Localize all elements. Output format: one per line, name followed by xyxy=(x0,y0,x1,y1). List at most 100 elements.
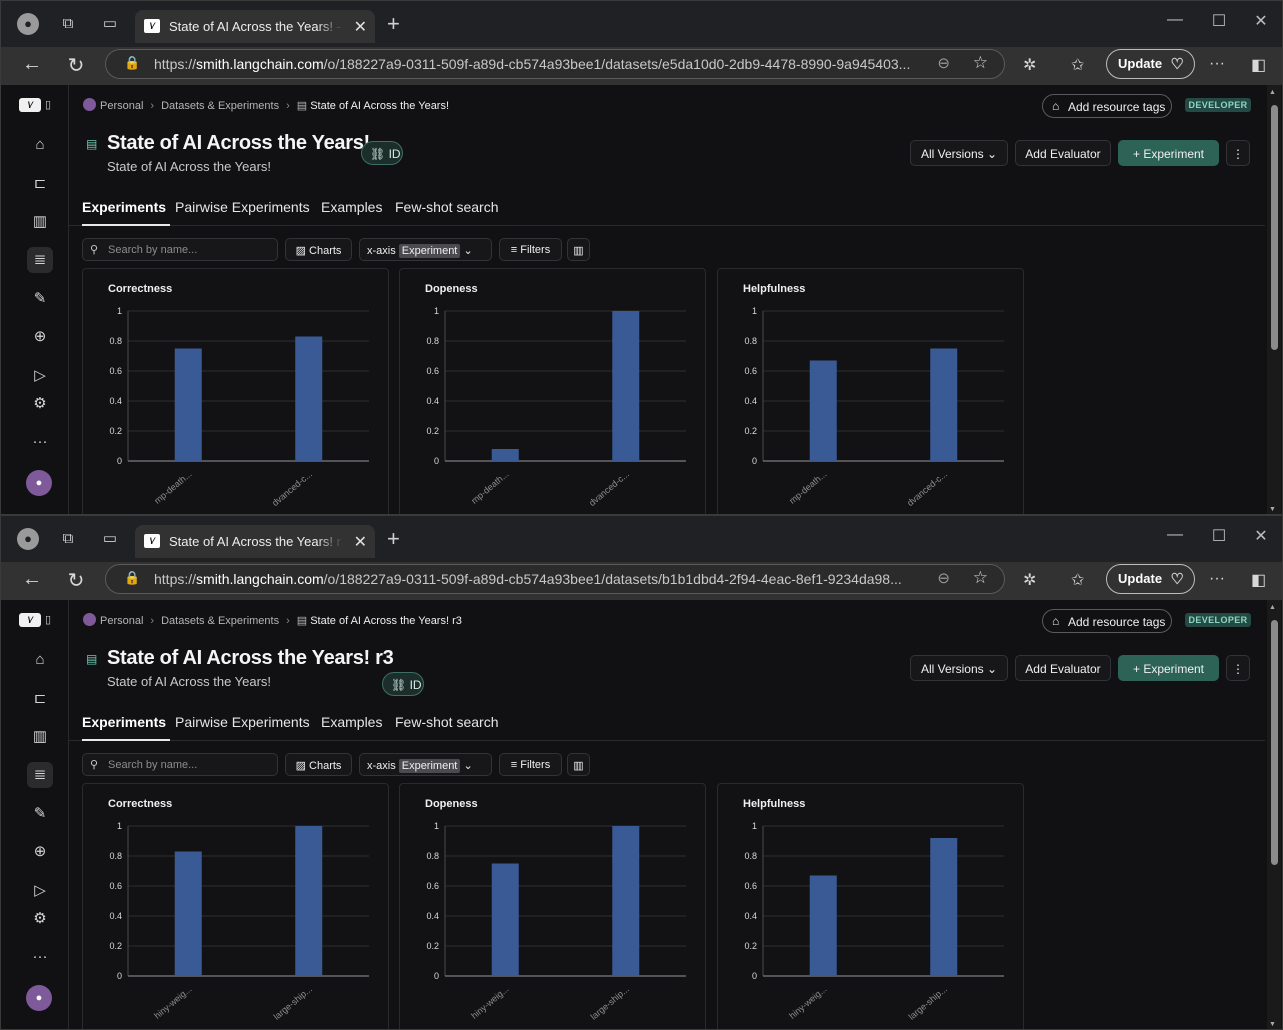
columns-icon[interactable]: ▥ xyxy=(567,753,590,776)
versions-dropdown[interactable]: All Versions ⌄ xyxy=(910,655,1008,681)
close-window-icon[interactable]: ✕ xyxy=(1246,11,1276,31)
home-icon[interactable]: ⌂ xyxy=(27,647,53,673)
new-experiment-button[interactable]: + Experiment xyxy=(1118,140,1219,166)
tab-pairwise-experiments[interactable]: Pairwise Experiments xyxy=(175,714,310,730)
minimize-icon[interactable]: — xyxy=(1160,526,1190,544)
scrollbar-thumb[interactable] xyxy=(1271,620,1278,865)
scrollbar[interactable]: ▲ ▼ xyxy=(1267,85,1281,514)
datasets-icon[interactable]: ≣ xyxy=(27,762,53,788)
charts-toggle-button[interactable]: ▨ Charts xyxy=(285,753,352,776)
back-icon[interactable]: ← xyxy=(19,568,45,591)
annotate-icon[interactable]: ✎ xyxy=(27,801,53,827)
copy-id-button[interactable]: ⛓ ID xyxy=(382,672,424,696)
browser-tab[interactable]: \⁄ State of AI Across the Years! - LangS… xyxy=(135,10,375,43)
more-options-icon[interactable]: ⋮ xyxy=(1226,655,1250,681)
profile-icon[interactable]: ● xyxy=(17,13,39,35)
prompts-icon[interactable]: ⊕ xyxy=(27,839,53,865)
favorite-star-icon[interactable]: ☆ xyxy=(973,568,988,588)
playground-icon[interactable]: ▷ xyxy=(27,878,53,904)
scrollbar[interactable]: ▲ ▼ xyxy=(1267,600,1281,1029)
tab-examples[interactable]: Examples xyxy=(321,199,382,215)
close-tab-icon[interactable]: ✕ xyxy=(354,17,367,37)
add-evaluator-button[interactable]: Add Evaluator xyxy=(1015,140,1111,166)
favorites-icon[interactable]: ✩ xyxy=(1071,55,1084,75)
tab-examples[interactable]: Examples xyxy=(321,714,382,730)
scroll-up-icon[interactable]: ▲ xyxy=(1269,89,1276,96)
search-input[interactable] xyxy=(108,757,268,773)
close-window-icon[interactable]: ✕ xyxy=(1246,526,1276,546)
datasets-icon[interactable]: ≣ xyxy=(27,247,53,273)
columns-icon[interactable]: ▥ xyxy=(567,238,590,261)
tab-few-shot-search[interactable]: Few-shot search xyxy=(395,714,498,730)
address-bar[interactable]: 🔒 https://smith.langchain.com/o/188227a9… xyxy=(105,564,1005,594)
url-text[interactable]: https://smith.langchain.com/o/188227a9-0… xyxy=(154,571,916,587)
zoom-icon[interactable]: ⊖ xyxy=(937,569,950,587)
user-avatar[interactable]: ● xyxy=(26,470,52,496)
tab-actions-icon[interactable]: ▭ xyxy=(99,13,121,35)
add-resource-tags-button[interactable]: ⌂ Add resource tags xyxy=(1042,94,1172,118)
reload-icon[interactable]: ↻ xyxy=(63,568,89,593)
more-options-icon[interactable]: ⋮ xyxy=(1226,140,1250,166)
profile-icon[interactable]: ● xyxy=(17,528,39,550)
monitor-icon[interactable]: ▥ xyxy=(27,724,53,750)
breadcrumb-personal[interactable]: Personal xyxy=(100,615,143,627)
tab-pairwise-experiments[interactable]: Pairwise Experiments xyxy=(175,199,310,215)
charts-toggle-button[interactable]: ▨ Charts xyxy=(285,238,352,261)
more-icon[interactable]: ··· xyxy=(1209,55,1225,73)
new-experiment-button[interactable]: + Experiment xyxy=(1118,655,1219,681)
breadcrumb-personal[interactable]: Personal xyxy=(100,100,143,112)
collapse-sidebar-icon[interactable]: ▯ xyxy=(45,98,51,111)
update-button[interactable]: Update ♡ xyxy=(1106,564,1195,594)
update-button[interactable]: Update ♡ xyxy=(1106,49,1195,79)
scroll-down-icon[interactable]: ▼ xyxy=(1269,506,1276,513)
close-tab-icon[interactable]: ✕ xyxy=(354,532,367,552)
copy-id-button[interactable]: ⛓ ID xyxy=(361,141,403,165)
tab-experiments[interactable]: Experiments xyxy=(82,714,171,741)
filters-button[interactable]: ≡ Filters xyxy=(499,238,562,261)
add-evaluator-button[interactable]: Add Evaluator xyxy=(1015,655,1111,681)
filters-button[interactable]: ≡ Filters xyxy=(499,753,562,776)
favorite-star-icon[interactable]: ☆ xyxy=(973,53,988,73)
back-icon[interactable]: ← xyxy=(19,53,45,76)
address-bar[interactable]: 🔒 https://smith.langchain.com/o/188227a9… xyxy=(105,49,1005,79)
lock-icon[interactable]: 🔒 xyxy=(124,55,140,71)
sidebar-icon[interactable]: ◧ xyxy=(1251,570,1266,590)
user-avatar[interactable]: ● xyxy=(26,985,52,1011)
annotate-icon[interactable]: ✎ xyxy=(27,286,53,312)
x-axis-select[interactable]: x-axis Experiment ⌄ xyxy=(359,238,492,261)
tracing-icon[interactable]: ⊏ xyxy=(27,686,53,712)
home-icon[interactable]: ⌂ xyxy=(27,132,53,158)
workspaces-icon[interactable]: ⧉ xyxy=(57,528,79,550)
more-nav-icon[interactable]: ··· xyxy=(27,944,53,970)
more-icon[interactable]: ··· xyxy=(1209,570,1225,588)
breadcrumb-datasets[interactable]: Datasets & Experiments xyxy=(161,100,279,112)
minimize-icon[interactable]: — xyxy=(1160,11,1190,29)
tab-few-shot-search[interactable]: Few-shot search xyxy=(395,199,498,215)
playground-icon[interactable]: ▷ xyxy=(27,363,53,389)
url-text[interactable]: https://smith.langchain.com/o/188227a9-0… xyxy=(154,56,916,72)
scrollbar-thumb[interactable] xyxy=(1271,105,1278,350)
settings-icon[interactable]: ⚙ xyxy=(27,906,53,932)
scroll-up-icon[interactable]: ▲ xyxy=(1269,604,1276,611)
workspaces-icon[interactable]: ⧉ xyxy=(57,13,79,35)
scroll-down-icon[interactable]: ▼ xyxy=(1269,1021,1276,1028)
langsmith-logo-icon[interactable]: \⁄ xyxy=(19,613,41,627)
langsmith-logo-icon[interactable]: \⁄ xyxy=(19,98,41,112)
new-tab-icon[interactable]: + xyxy=(387,527,400,551)
tab-actions-icon[interactable]: ▭ xyxy=(99,528,121,550)
add-resource-tags-button[interactable]: ⌂ Add resource tags xyxy=(1042,609,1172,633)
search-input[interactable] xyxy=(108,242,268,258)
browser-tab[interactable]: \⁄ State of AI Across the Years! r3 - La… xyxy=(135,525,375,558)
maximize-icon[interactable]: ☐ xyxy=(1204,526,1234,546)
versions-dropdown[interactable]: All Versions ⌄ xyxy=(910,140,1008,166)
extensions-icon[interactable]: ✲ xyxy=(1023,570,1036,590)
tab-experiments[interactable]: Experiments xyxy=(82,199,171,226)
x-axis-select[interactable]: x-axis Experiment ⌄ xyxy=(359,753,492,776)
prompts-icon[interactable]: ⊕ xyxy=(27,324,53,350)
lock-icon[interactable]: 🔒 xyxy=(124,570,140,586)
more-nav-icon[interactable]: ··· xyxy=(27,429,53,455)
collapse-sidebar-icon[interactable]: ▯ xyxy=(45,613,51,626)
extensions-icon[interactable]: ✲ xyxy=(1023,55,1036,75)
favorites-icon[interactable]: ✩ xyxy=(1071,570,1084,590)
zoom-icon[interactable]: ⊖ xyxy=(937,54,950,72)
